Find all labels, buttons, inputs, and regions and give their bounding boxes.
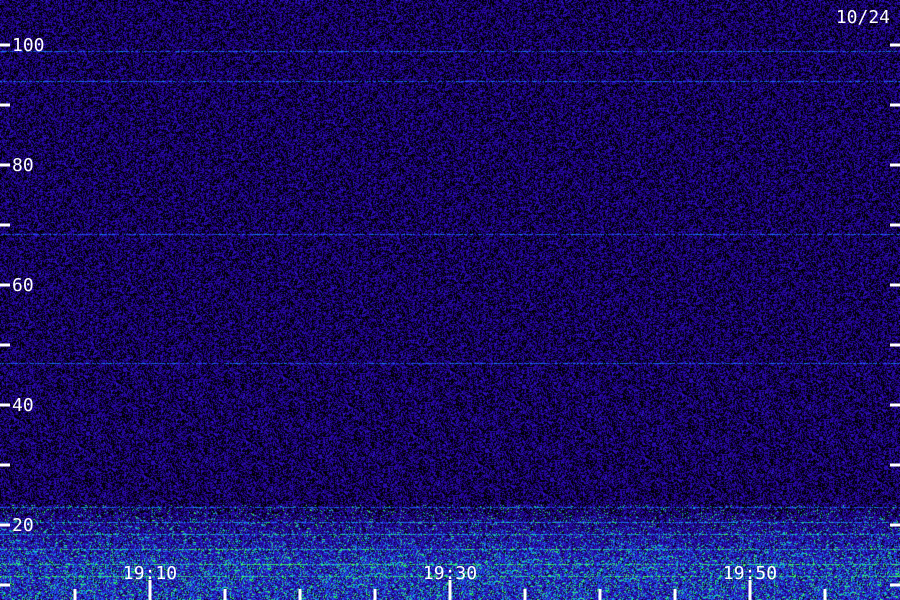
x-axis-ticks: 19:10 19:30 19:50 — [73, 563, 827, 600]
y-tick-label-20: 20 — [12, 515, 34, 536]
y-axis-ticks: 100 80 60 40 20 — [0, 35, 900, 587]
y-tick-label-80: 80 — [12, 155, 34, 176]
spectrogram-axes: 100 80 60 40 20 19:10 19:30 19:50 10/24 — [0, 7, 900, 600]
y-tick-label-100: 100 — [12, 35, 45, 56]
y-tick-label-60: 60 — [12, 275, 34, 296]
x-tick-label-1930: 19:30 — [423, 563, 477, 584]
x-tick-label-1910: 19:10 — [123, 563, 177, 584]
date-label: 10/24 — [836, 7, 890, 28]
x-tick-label-1950: 19:50 — [723, 563, 777, 584]
y-tick-label-40: 40 — [12, 395, 34, 416]
